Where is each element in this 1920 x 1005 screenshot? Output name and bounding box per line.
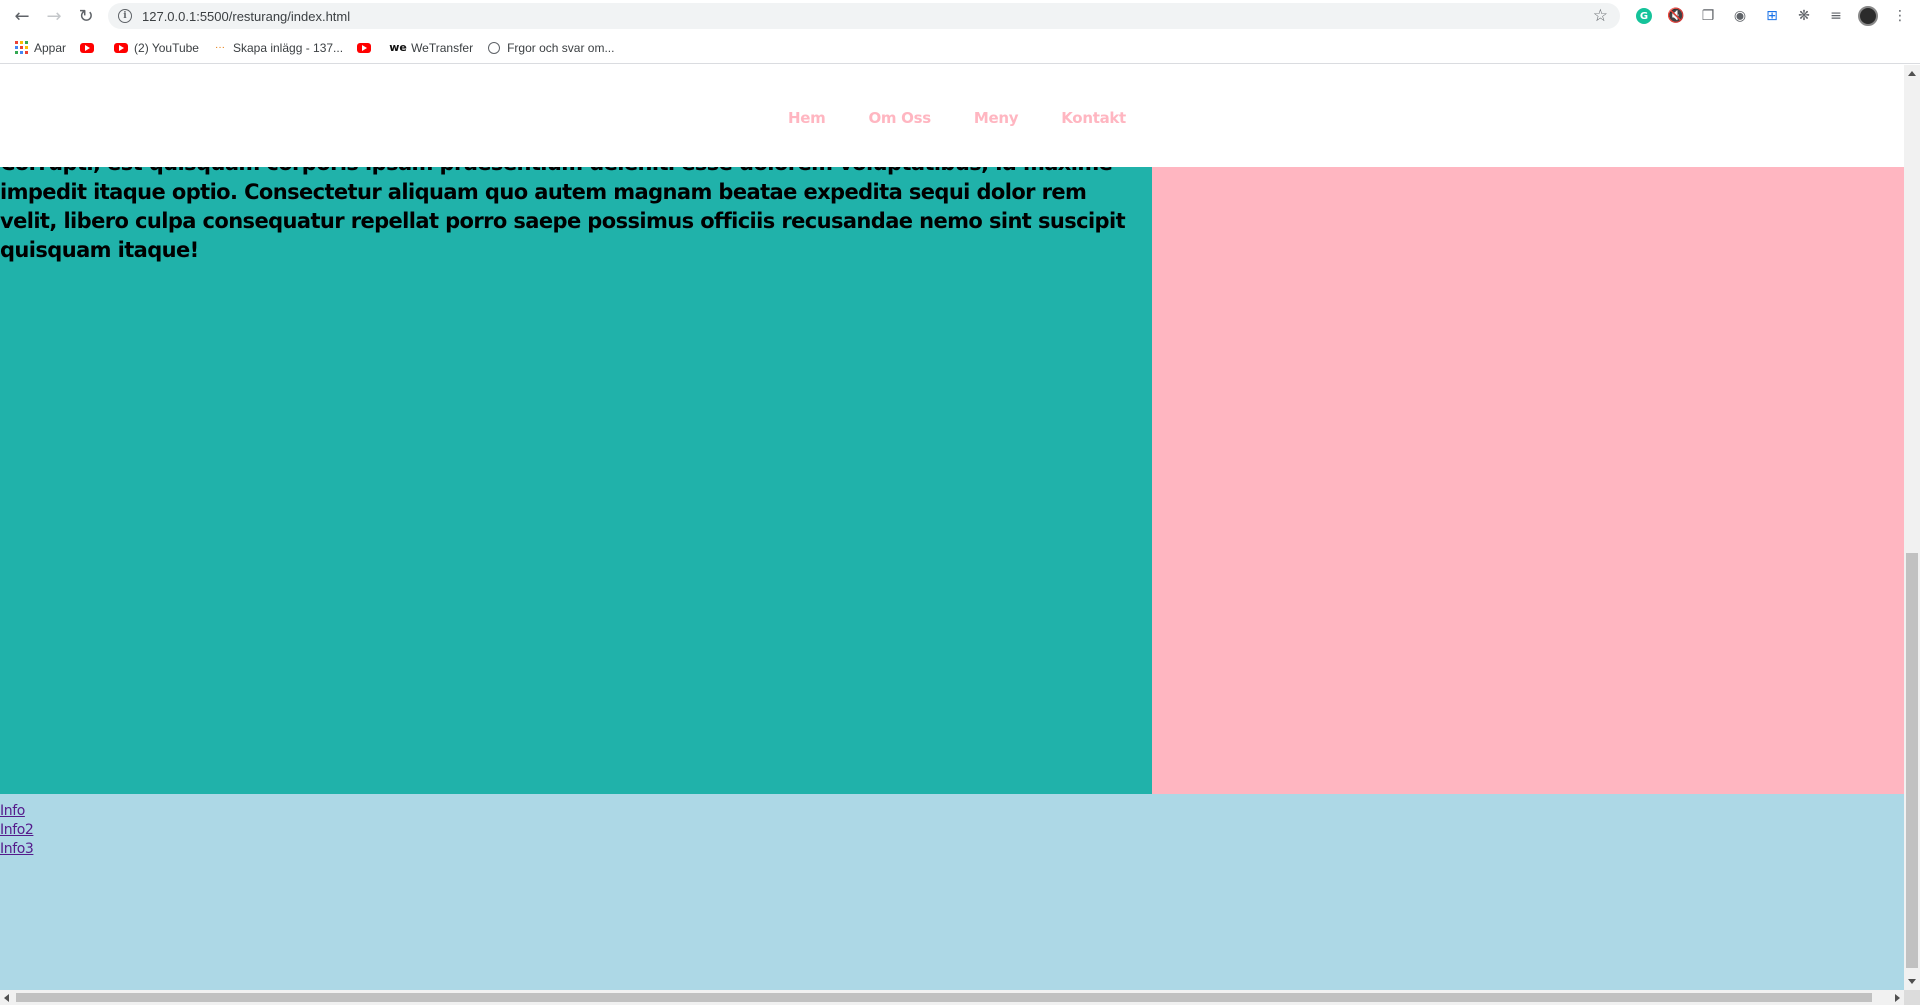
address-bar[interactable]: i 127.0.0.1:5500/resturang/index.html ☆ (108, 3, 1620, 29)
site-header: Hem Om Oss Meny Kontakt (0, 65, 1904, 167)
main-text-column: Corrupti, est quisquam corporis ipsam pr… (0, 167, 1152, 794)
kebab-menu-icon[interactable]: ⋮ (1884, 0, 1916, 32)
scroll-right-arrow-icon[interactable] (1895, 994, 1900, 1002)
mute-tab-icon[interactable]: 🔇 (1660, 0, 1692, 32)
translate-extension-icon[interactable]: ❐ (1692, 0, 1724, 32)
bookmark-wetransfer[interactable]: we WeTransfer (389, 34, 474, 62)
forward-arrow-icon[interactable]: → (38, 0, 70, 32)
profile-avatar[interactable] (1852, 0, 1884, 32)
youtube-icon (114, 41, 129, 55)
back-arrow-icon[interactable]: ← (6, 0, 38, 32)
bookmark-star-icon[interactable]: ☆ (1593, 6, 1608, 26)
scroll-left-arrow-icon[interactable] (4, 994, 9, 1002)
globe-icon (487, 41, 501, 55)
horizontal-scrollbar[interactable] (0, 990, 1904, 1005)
bookmarks-bar: Appar (2) YouTube ··· Skapa inlägg - 137… (0, 32, 1920, 64)
page-viewport: Hem Om Oss Meny Kontakt Corrupti, est qu… (0, 65, 1904, 990)
horizontal-scroll-thumb[interactable] (16, 993, 1872, 1002)
footer-link-info[interactable]: Info (0, 802, 1904, 821)
bookmark-label: Appar (34, 40, 67, 55)
scroll-up-arrow-icon[interactable] (1908, 71, 1916, 76)
bookmark-apps[interactable]: Appar (14, 34, 66, 62)
youtube-icon (80, 41, 95, 55)
body-paragraph: Corrupti, est quisquam corporis ipsam pr… (0, 167, 1126, 262)
footer-link-info3[interactable]: Info3 (0, 840, 1904, 859)
url-text[interactable]: 127.0.0.1:5500/resturang/index.html (142, 9, 350, 24)
bookmark-label: (2) YouTube (134, 40, 199, 55)
bookmark-youtube-icon-only-2[interactable] (357, 34, 377, 62)
vertical-scroll-thumb[interactable] (1906, 553, 1918, 968)
youtube-icon (357, 41, 372, 55)
scrollbar-corner (1904, 990, 1920, 1005)
wetransfer-icon: we (389, 41, 407, 54)
bookmark-label: Frgor och svar om... (507, 40, 615, 55)
bookmark-label: WeTransfer (411, 40, 474, 55)
site-info-icon[interactable]: i (118, 9, 132, 23)
bookmark-youtube-icon-only[interactable] (80, 34, 100, 62)
footer-link-info2[interactable]: Info2 (0, 821, 1904, 840)
bookmark-frgor[interactable]: Frgor och svar om... (487, 34, 614, 62)
bookmark-youtube[interactable]: (2) YouTube (114, 34, 199, 62)
vertical-scrollbar[interactable] (1904, 65, 1920, 990)
extension-tray: G 🔇 ❐ ◉ ⊞ ❋ ≡ ⋮ (1628, 0, 1916, 32)
crop-extension-icon[interactable]: ⊞ (1756, 0, 1788, 32)
bookmark-label: Skapa inlägg - 137... (232, 40, 344, 55)
nav-link-meny[interactable]: Meny (974, 109, 1019, 127)
eye-extension-icon[interactable]: ◉ (1724, 0, 1756, 32)
side-column (1152, 167, 1904, 794)
site-footer: Info Info2 Info3 (0, 794, 1904, 990)
grammarly-extension-icon[interactable]: G (1628, 0, 1660, 32)
bookmark-skapa-inlagg[interactable]: ··· Skapa inlägg - 137... (213, 34, 343, 62)
media-queue-icon[interactable]: ≡ (1820, 0, 1852, 32)
nav-link-om-oss[interactable]: Om Oss (868, 109, 931, 127)
apps-grid-icon (14, 41, 28, 55)
puzzle-extensions-icon[interactable]: ❋ (1788, 0, 1820, 32)
site-nav: Hem Om Oss Meny Kontakt (788, 109, 1169, 127)
nav-link-hem[interactable]: Hem (788, 109, 826, 127)
nav-link-kontakt[interactable]: Kontakt (1061, 109, 1126, 127)
browser-toolbar: ← → ↻ i 127.0.0.1:5500/resturang/index.h… (0, 0, 1920, 32)
scroll-down-arrow-icon[interactable] (1908, 979, 1916, 984)
reload-icon[interactable]: ↻ (70, 0, 102, 32)
dots-icon: ··· (214, 42, 225, 53)
